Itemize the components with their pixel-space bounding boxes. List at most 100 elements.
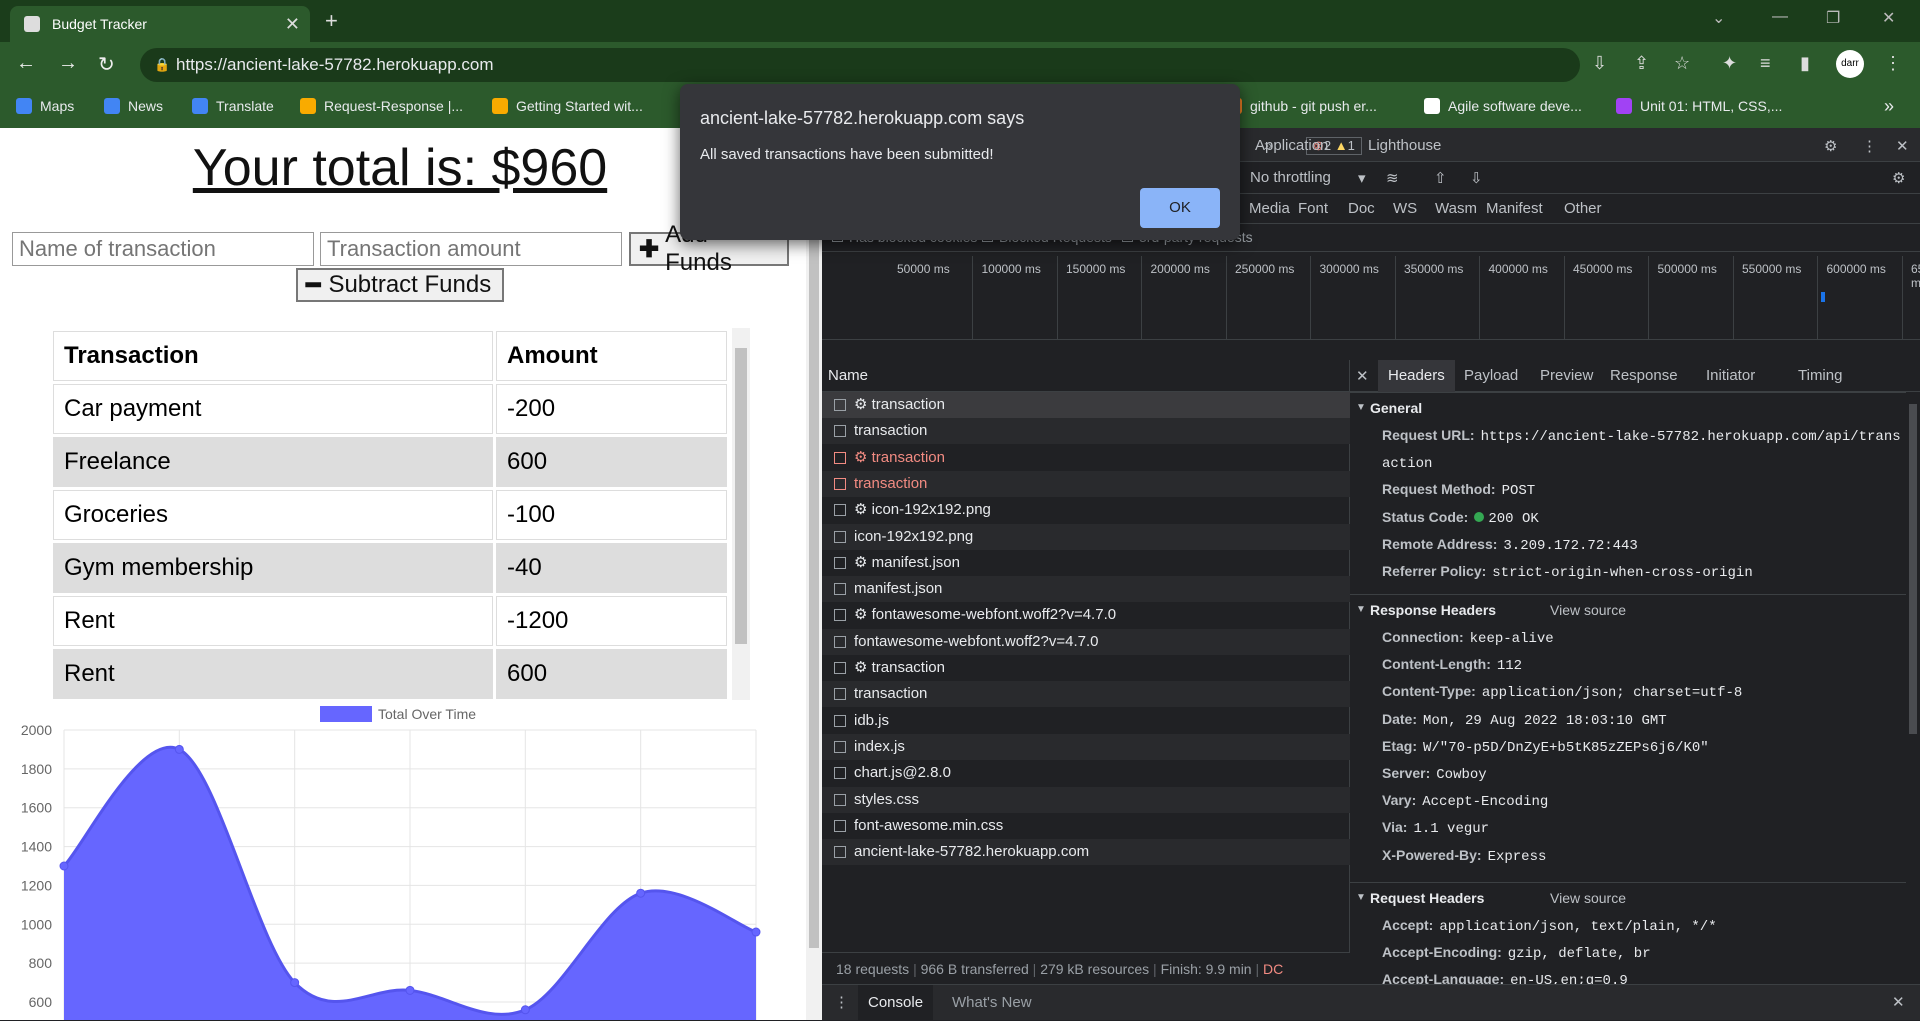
bookmark-item[interactable]: Translate bbox=[192, 98, 274, 114]
request-row[interactable]: ⚙ transaction bbox=[822, 445, 1350, 471]
bookmark-star-icon[interactable]: ☆ bbox=[1674, 53, 1690, 74]
minimize-icon[interactable]: — bbox=[1772, 8, 1788, 26]
network-settings-icon[interactable]: ⚙ bbox=[1892, 169, 1905, 187]
request-row[interactable]: icon-192x192.png bbox=[822, 523, 1350, 550]
bookmark-item[interactable]: Request-Response |... bbox=[300, 98, 463, 114]
data-point[interactable] bbox=[520, 1005, 530, 1015]
view-source-link[interactable]: View source bbox=[1550, 595, 1626, 625]
menu-icon[interactable]: ⋮ bbox=[1884, 53, 1902, 74]
dialog-ok-button[interactable]: OK bbox=[1140, 188, 1220, 228]
devtools-close-icon[interactable]: ✕ bbox=[1896, 137, 1909, 155]
forward-icon[interactable]: → bbox=[58, 52, 78, 75]
request-row[interactable]: transaction bbox=[822, 681, 1350, 708]
subtract-funds-button[interactable]: ━ Subtract Funds bbox=[296, 268, 504, 302]
data-point[interactable] bbox=[751, 927, 761, 937]
request-row[interactable]: ⚙ manifest.json bbox=[822, 550, 1350, 576]
restore-icon[interactable]: ❐ bbox=[1826, 8, 1840, 28]
section-general[interactable]: ▼ General bbox=[1350, 392, 1906, 422]
request-row[interactable]: transaction bbox=[822, 470, 1350, 497]
data-point[interactable] bbox=[636, 888, 646, 898]
drawer-tab-whats-new[interactable]: What's New bbox=[946, 985, 1038, 1021]
page-scrollbar[interactable] bbox=[806, 128, 822, 1020]
request-row[interactable]: ancient-lake-57782.herokuapp.com bbox=[822, 839, 1350, 866]
drawer-close-icon[interactable]: ✕ bbox=[1892, 993, 1905, 1011]
close-detail-icon[interactable]: ✕ bbox=[1356, 367, 1369, 385]
network-conditions-icon[interactable]: ≋ bbox=[1386, 169, 1399, 187]
share-icon[interactable]: ⇪ bbox=[1634, 53, 1649, 74]
data-point[interactable] bbox=[405, 985, 415, 995]
extensions-icon[interactable]: ✦ bbox=[1722, 53, 1737, 74]
chevron-down-icon[interactable]: ▾ bbox=[1358, 169, 1366, 187]
drawer-menu-icon[interactable]: ⋮ bbox=[834, 993, 849, 1011]
section-request-headers[interactable]: ▼ Request Headers View source bbox=[1350, 882, 1906, 912]
filter-wasm[interactable]: Wasm bbox=[1435, 200, 1477, 217]
bookmark-item[interactable]: News bbox=[104, 98, 163, 114]
more-bookmarks-icon[interactable]: » bbox=[1884, 96, 1894, 117]
settings-gear-icon[interactable]: ⚙ bbox=[1824, 137, 1837, 155]
request-row[interactable]: styles.css bbox=[822, 786, 1350, 813]
filter-ws[interactable]: WS bbox=[1393, 200, 1417, 217]
reload-icon[interactable]: ↻ bbox=[98, 52, 115, 77]
back-icon[interactable]: ← bbox=[16, 52, 36, 75]
name-column-header[interactable]: Name bbox=[822, 360, 1350, 392]
request-row[interactable]: ⚙ fontawesome-webfont.woff2?v=4.7.0 bbox=[822, 602, 1350, 628]
import-har-icon[interactable]: ⇧ bbox=[1434, 169, 1447, 187]
transaction-name-input[interactable] bbox=[12, 232, 314, 266]
table-scrollbar[interactable] bbox=[732, 328, 750, 700]
sidepanel-icon[interactable]: ▮ bbox=[1800, 53, 1810, 74]
network-overview-timeline[interactable]: 50000 ms 100000 ms 150000 ms 200000 ms 25000… bbox=[822, 256, 1920, 340]
devtools-tab-application[interactable]: Application bbox=[1255, 137, 1328, 154]
filter-font[interactable]: Font bbox=[1298, 200, 1328, 217]
detail-scroll-thumb[interactable] bbox=[1909, 404, 1917, 734]
drawer-tab-console[interactable]: Console bbox=[858, 985, 934, 1021]
data-point[interactable] bbox=[59, 861, 69, 871]
new-tab-icon[interactable]: + bbox=[325, 8, 338, 34]
request-row[interactable]: idb.js bbox=[822, 708, 1350, 734]
section-response-headers[interactable]: ▼ Response Headers View source bbox=[1350, 594, 1906, 624]
install-icon[interactable]: ⇩ bbox=[1592, 53, 1607, 74]
window-close-icon[interactable]: ✕ bbox=[1882, 8, 1895, 28]
detail-tab-initiator[interactable]: Initiator bbox=[1706, 367, 1755, 384]
request-row[interactable]: chart.js@2.8.0 bbox=[822, 760, 1350, 786]
browser-tab[interactable]: Budget Tracker ✕ bbox=[10, 6, 310, 42]
close-tab-icon[interactable]: ✕ bbox=[285, 14, 300, 35]
tab-search-icon[interactable]: ⌄ bbox=[1712, 8, 1725, 28]
profile-avatar[interactable]: darr bbox=[1836, 50, 1864, 78]
bookmark-item[interactable]: Agile software deve... bbox=[1424, 98, 1582, 114]
filter-media[interactable]: Media bbox=[1249, 200, 1290, 217]
detail-tab-preview[interactable]: Preview bbox=[1540, 367, 1593, 384]
view-source-link[interactable]: View source bbox=[1550, 883, 1626, 913]
page-scroll-thumb[interactable] bbox=[809, 148, 819, 948]
media-icon[interactable]: ≡ bbox=[1760, 53, 1771, 74]
bookmark-item[interactable]: github - git push er... bbox=[1226, 98, 1377, 114]
address-bar[interactable]: 🔒 https://ancient-lake-57782.herokuapp.c… bbox=[140, 48, 1580, 82]
request-row[interactable]: font-awesome.min.css bbox=[822, 813, 1350, 839]
detail-scrollbar[interactable] bbox=[1906, 392, 1920, 984]
request-row[interactable]: transaction bbox=[822, 418, 1350, 445]
data-point[interactable] bbox=[290, 978, 300, 988]
throttling-select[interactable]: No throttling bbox=[1250, 169, 1331, 186]
data-point[interactable] bbox=[174, 744, 184, 754]
filter-other[interactable]: Other bbox=[1564, 200, 1602, 217]
transaction-amount-input[interactable] bbox=[320, 232, 622, 266]
filter-doc[interactable]: Doc bbox=[1348, 200, 1375, 217]
devtools-menu-icon[interactable]: ⋮ bbox=[1862, 137, 1877, 155]
bookmark-item[interactable]: Getting Started wit... bbox=[492, 98, 643, 114]
request-row[interactable]: manifest.json bbox=[822, 576, 1350, 603]
bookmark-item[interactable]: Maps bbox=[16, 98, 74, 114]
detail-tab-response[interactable]: Response bbox=[1610, 367, 1678, 384]
request-row[interactable]: ⚙ icon-192x192.png bbox=[822, 497, 1350, 523]
request-row[interactable]: fontawesome-webfont.woff2?v=4.7.0 bbox=[822, 628, 1350, 655]
detail-tab-headers[interactable]: Headers bbox=[1378, 360, 1455, 392]
request-row[interactable]: ⚙ transaction bbox=[822, 655, 1350, 681]
table-scroll-thumb[interactable] bbox=[735, 348, 747, 644]
devtools-tab-lighthouse[interactable]: Lighthouse bbox=[1368, 137, 1441, 154]
detail-tab-payload[interactable]: Payload bbox=[1464, 367, 1518, 384]
detail-tab-timing[interactable]: Timing bbox=[1798, 367, 1842, 384]
request-row[interactable]: ⚙ transaction bbox=[822, 392, 1350, 418]
filter-manifest[interactable]: Manifest bbox=[1486, 200, 1543, 217]
transactions-table-container[interactable]: Transaction Amount Car payment -200 Freela… bbox=[50, 328, 750, 700]
bookmark-item[interactable]: Unit 01: HTML, CSS,... bbox=[1616, 98, 1782, 114]
request-row[interactable]: index.js bbox=[822, 733, 1350, 760]
export-har-icon[interactable]: ⇩ bbox=[1470, 169, 1483, 187]
